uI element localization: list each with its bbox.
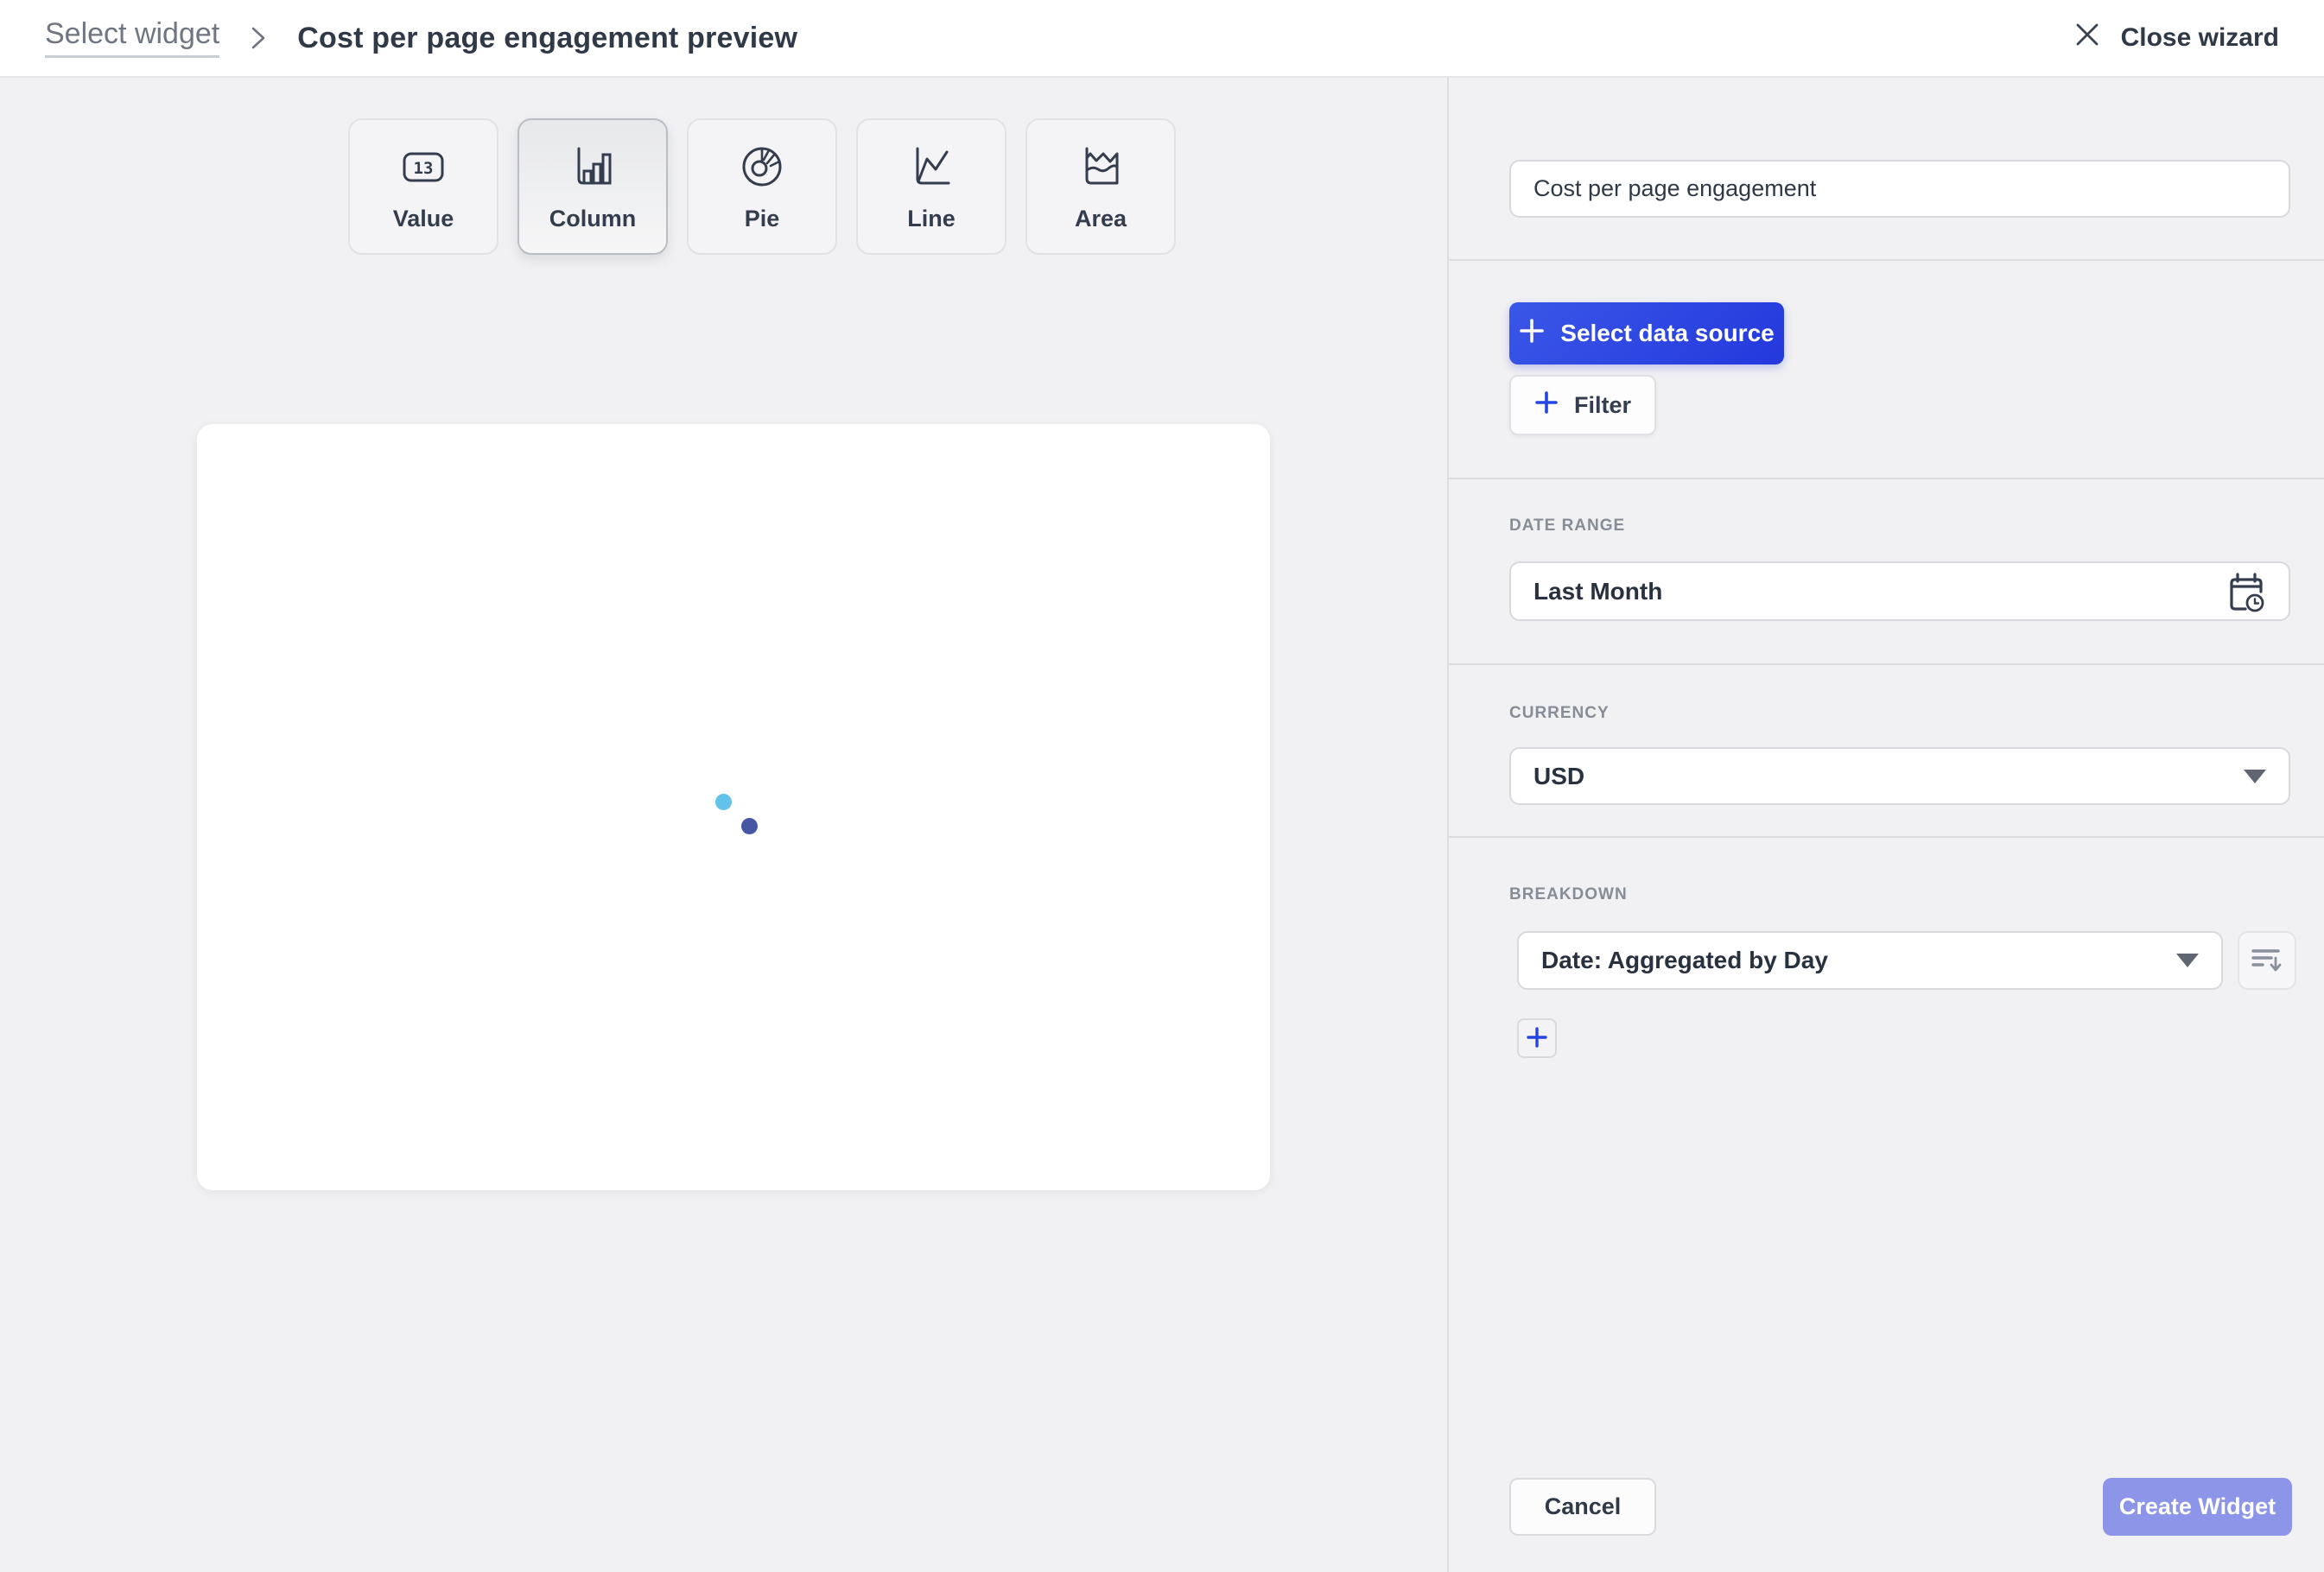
- loading-dot-light: [715, 794, 732, 810]
- widget-type-value[interactable]: 13 Value: [348, 118, 498, 255]
- date-range-select[interactable]: Last Month: [1509, 561, 2290, 621]
- breakdown-label: BREAKDOWN: [1509, 885, 1628, 904]
- section-divider: [1449, 478, 2324, 479]
- svg-text:13: 13: [414, 159, 434, 178]
- select-data-source-label: Select data source: [1560, 320, 1774, 347]
- add-breakdown-button[interactable]: [1517, 1018, 1557, 1058]
- loading-dot-dark: [741, 818, 758, 834]
- currency-value: USD: [1533, 763, 1584, 790]
- filter-button[interactable]: Filter: [1509, 375, 1656, 435]
- date-range-value: Last Month: [1533, 578, 1662, 605]
- area-chart-icon: [1076, 142, 1125, 192]
- widget-type-label: Line: [907, 206, 956, 232]
- chevron-down-icon: [2244, 770, 2266, 783]
- widget-type-line[interactable]: Line: [856, 118, 1006, 255]
- config-sidebar: WIDGET NAME Select data source Filter DA…: [1447, 78, 2324, 1572]
- widget-type-label: Pie: [745, 206, 780, 232]
- widget-type-area[interactable]: Area: [1025, 118, 1176, 255]
- widget-type-label: Value: [393, 206, 454, 232]
- plus-icon: [1534, 390, 1559, 421]
- calendar-clock-icon: [2226, 571, 2266, 612]
- plus-icon: [1519, 318, 1545, 350]
- plus-icon: [1526, 1026, 1548, 1051]
- close-wizard-button[interactable]: Close wizard: [2073, 20, 2279, 56]
- section-divider: [1449, 836, 2324, 838]
- widget-type-pie[interactable]: Pie: [687, 118, 837, 255]
- close-icon: [2073, 20, 2102, 56]
- breakdown-sort-button[interactable]: [2238, 931, 2296, 990]
- page-title: Cost per page engagement preview: [297, 22, 797, 55]
- topbar: Select widget Cost per page engagement p…: [0, 0, 2324, 78]
- value-widget-icon: 13: [399, 142, 448, 192]
- currency-label: CURRENCY: [1509, 704, 1610, 723]
- line-chart-icon: [907, 142, 956, 192]
- select-data-source-button[interactable]: Select data source: [1509, 302, 1784, 364]
- widget-type-label: Area: [1075, 206, 1127, 232]
- sort-descending-icon: [2250, 947, 2284, 975]
- chevron-right-icon: [249, 25, 268, 51]
- widget-preview-card: [197, 424, 1270, 1190]
- chevron-down-icon: [2176, 954, 2199, 967]
- section-divider: [1449, 663, 2324, 665]
- breakdown-select[interactable]: Date: Aggregated by Day: [1517, 931, 2223, 990]
- date-range-label: DATE RANGE: [1509, 517, 1625, 536]
- widget-name-input[interactable]: [1533, 175, 2266, 202]
- column-chart-icon: [568, 142, 617, 192]
- breakdown-value: Date: Aggregated by Day: [1541, 947, 1828, 974]
- create-widget-button[interactable]: Create Widget: [2103, 1478, 2292, 1536]
- breadcrumb-select-widget[interactable]: Select widget: [45, 18, 219, 58]
- widget-type-selector: 13 Value Column Pie Line Ar: [348, 118, 1176, 255]
- widget-type-label: Column: [549, 206, 637, 232]
- widget-name-field: [1509, 160, 2290, 218]
- currency-select[interactable]: USD: [1509, 747, 2290, 805]
- widget-type-column[interactable]: Column: [518, 118, 668, 255]
- section-divider: [1449, 259, 2324, 261]
- close-wizard-label: Close wizard: [2121, 23, 2279, 53]
- pie-chart-icon: [738, 142, 786, 192]
- filter-label: Filter: [1574, 392, 1631, 419]
- cancel-button[interactable]: Cancel: [1509, 1478, 1656, 1536]
- widget-wizard-page: Select widget Cost per page engagement p…: [0, 0, 2324, 1572]
